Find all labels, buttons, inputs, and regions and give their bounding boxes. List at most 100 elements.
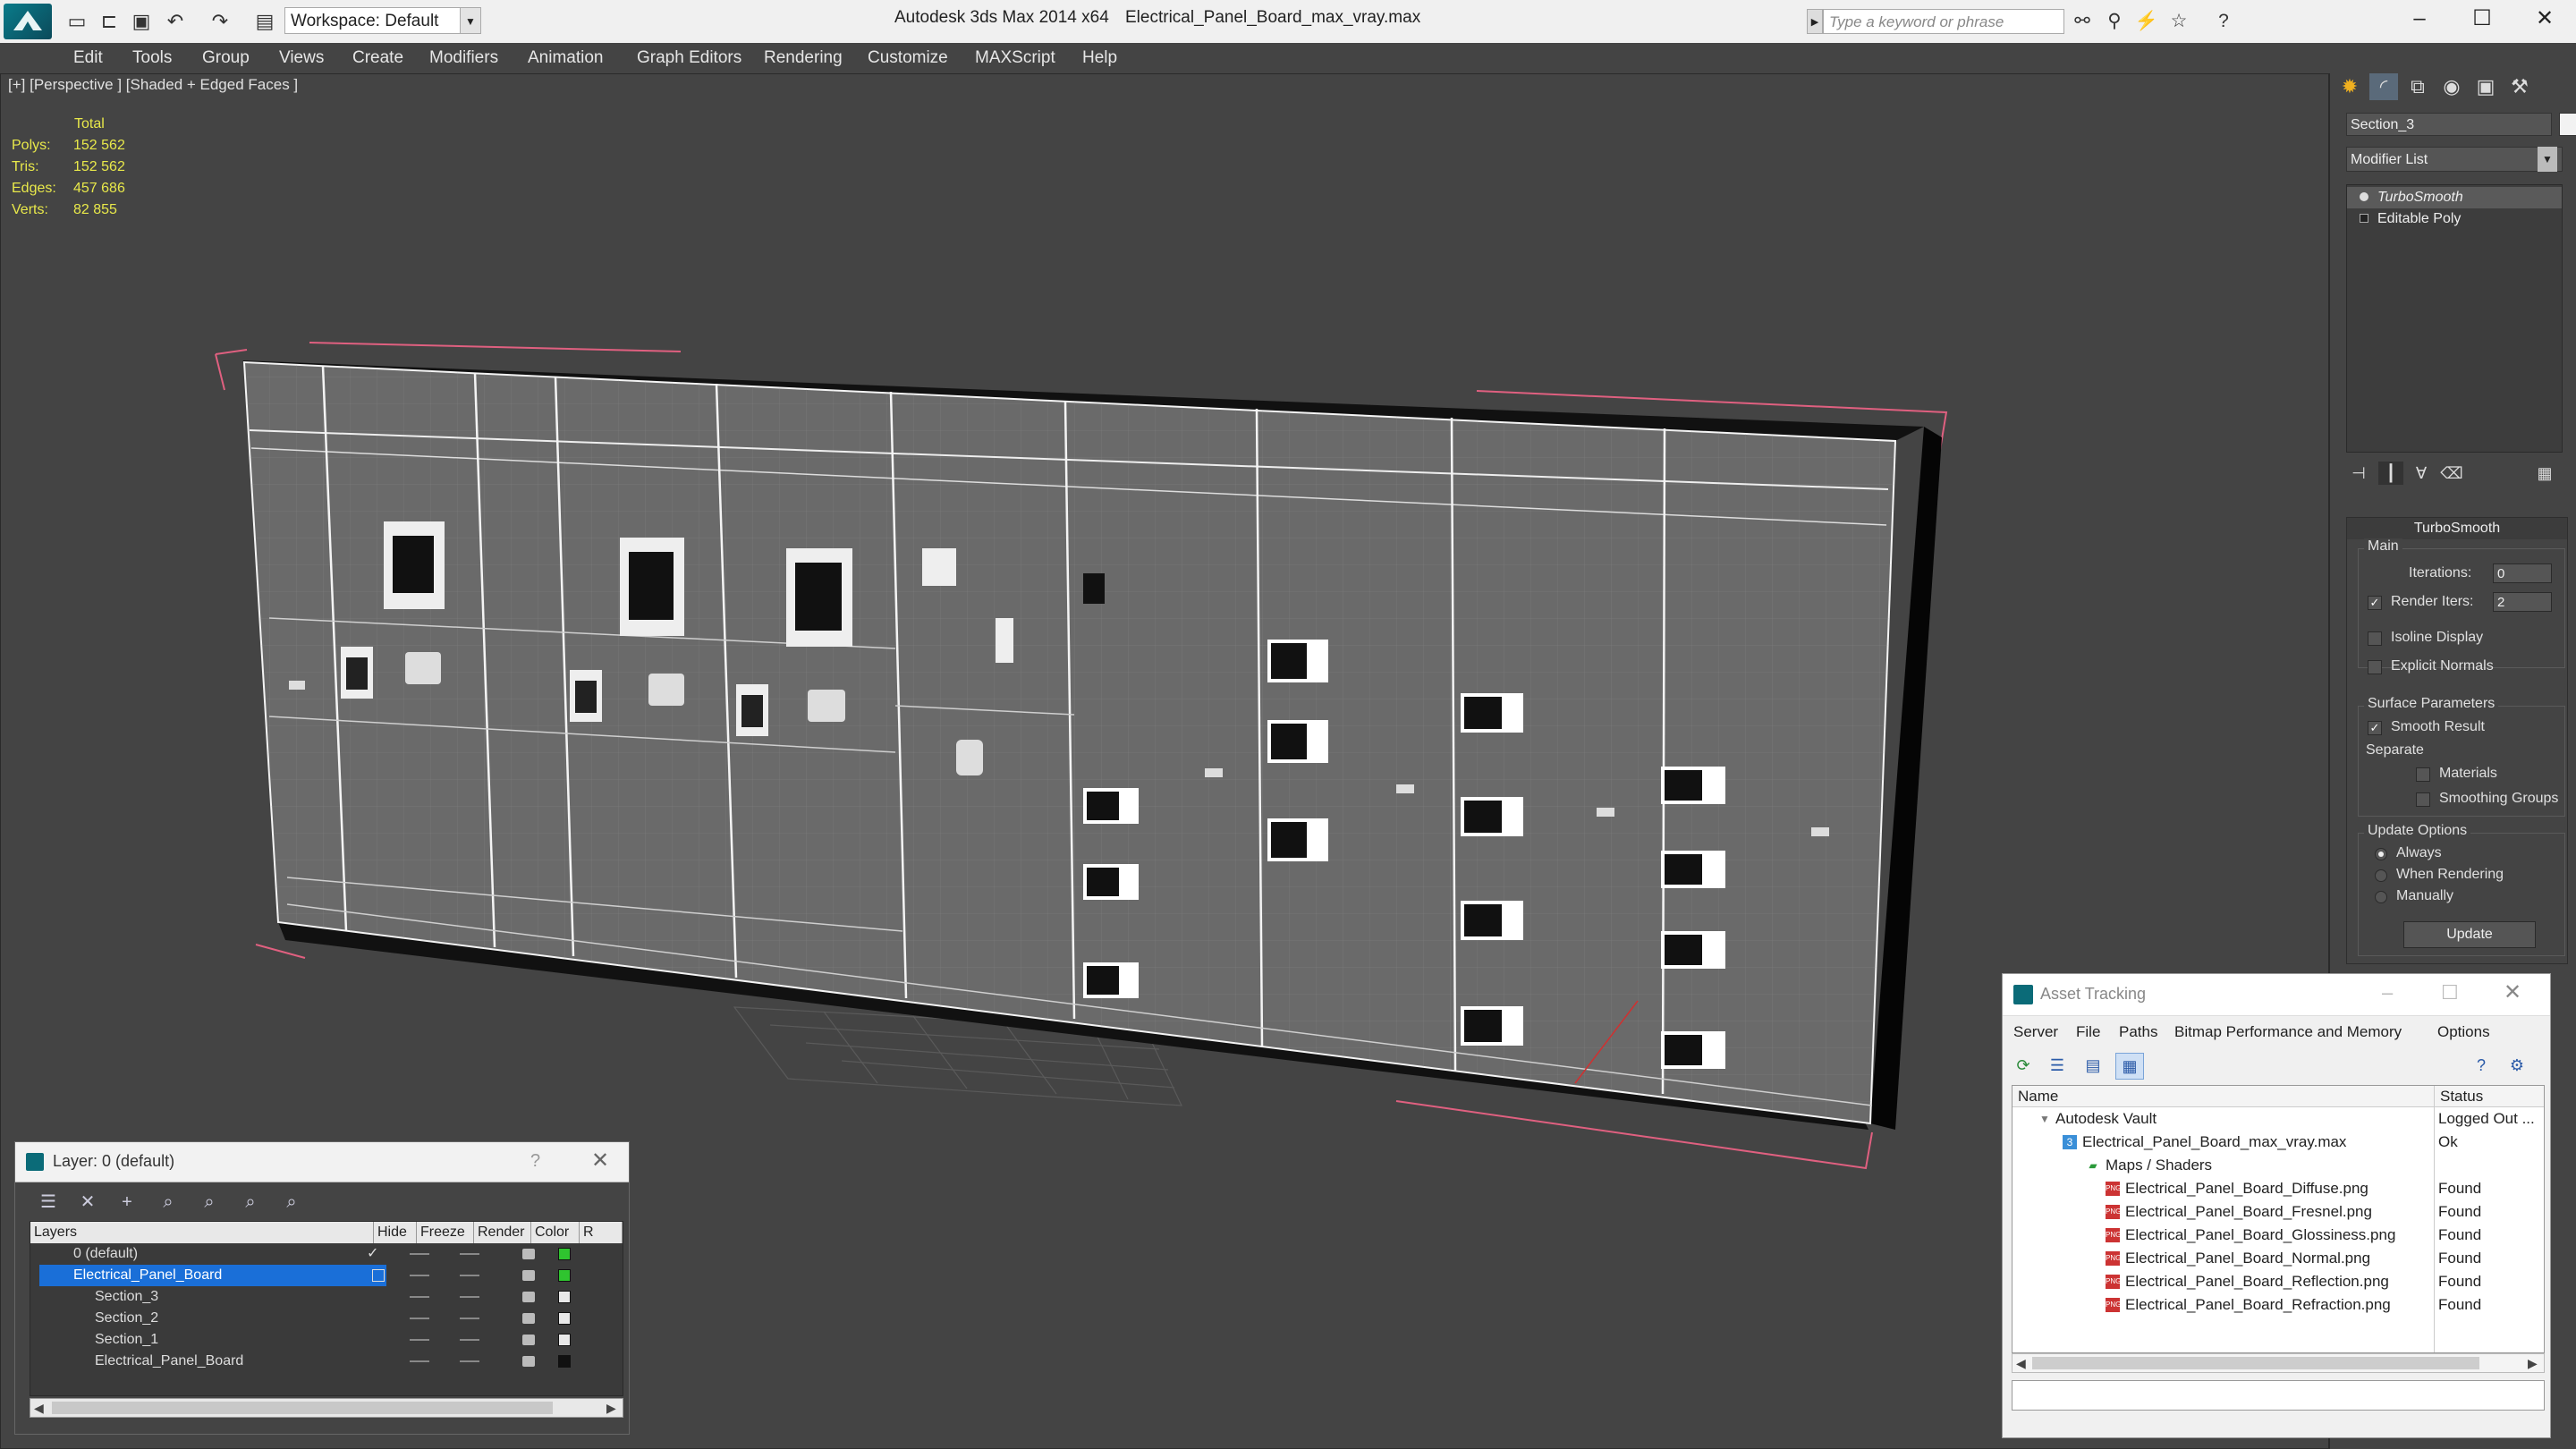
close-icon[interactable]: ✕ bbox=[591, 1148, 609, 1174]
hide-toggle[interactable] bbox=[410, 1253, 429, 1255]
freeze-toggle[interactable] bbox=[460, 1253, 479, 1255]
asset-row[interactable]: PNG Electrical_Panel_Board_Diffuse.png F… bbox=[2012, 1177, 2544, 1200]
close-icon[interactable]: ✕ bbox=[2513, 0, 2576, 38]
column-header-layers[interactable]: Layers bbox=[30, 1222, 374, 1243]
show-end-result-icon[interactable]: ┃ bbox=[2378, 462, 2403, 485]
smoothing-groups-checkbox[interactable] bbox=[2416, 792, 2430, 807]
menu-create[interactable]: Create bbox=[352, 43, 403, 73]
pin-stack-icon[interactable]: ⊣ bbox=[2346, 462, 2371, 485]
undo-icon[interactable]: ↶ bbox=[163, 9, 188, 34]
freeze-toggle[interactable] bbox=[460, 1275, 479, 1276]
remove-modifier-icon[interactable]: ⌫ bbox=[2439, 462, 2464, 485]
motion-tab-icon[interactable]: ◉ bbox=[2437, 73, 2466, 100]
active-layer-check-icon[interactable]: ✓ bbox=[367, 1243, 378, 1265]
object-name-field[interactable]: Section_3 bbox=[2346, 113, 2552, 136]
modifier-list-select[interactable]: Modifier List bbox=[2346, 147, 2563, 172]
stack-item-editable-poly[interactable]: Editable Poly bbox=[2347, 208, 2562, 230]
render-teapot-icon[interactable] bbox=[522, 1249, 535, 1259]
stack-item-turbosmooth[interactable]: TurboSmooth bbox=[2347, 187, 2562, 208]
hide-toggle[interactable] bbox=[410, 1296, 429, 1298]
asset-row[interactable]: PNG Electrical_Panel_Board_Glossiness.pn… bbox=[2012, 1224, 2544, 1247]
table-view-icon[interactable]: ▦ bbox=[2115, 1053, 2144, 1080]
minimize-icon[interactable]: – bbox=[2388, 0, 2451, 38]
refresh-icon[interactable]: ⟳ bbox=[2010, 1053, 2037, 1078]
help-icon[interactable]: ? bbox=[2468, 1053, 2495, 1078]
make-unique-icon[interactable]: ∀ bbox=[2409, 462, 2434, 485]
search-expand-icon[interactable]: ▶ bbox=[1807, 9, 1823, 34]
render-iters-spinner[interactable]: 2 bbox=[2493, 592, 2552, 612]
menu-graph-editors[interactable]: Graph Editors bbox=[637, 43, 741, 73]
communication-icon[interactable]: ⚡ bbox=[2134, 9, 2159, 34]
render-teapot-icon[interactable] bbox=[522, 1270, 535, 1281]
asset-menu-server[interactable]: Server bbox=[2013, 1019, 2058, 1046]
hide-toggle[interactable] bbox=[410, 1275, 429, 1276]
project-folder-icon[interactable]: ▤ bbox=[252, 9, 277, 34]
chevron-down-icon[interactable]: ▼ bbox=[460, 7, 481, 34]
tree-view-icon[interactable]: ▤ bbox=[2080, 1053, 2106, 1078]
asset-menu-options[interactable]: Options bbox=[2437, 1019, 2490, 1046]
render-teapot-icon[interactable] bbox=[522, 1335, 535, 1345]
layer-color-swatch[interactable] bbox=[558, 1269, 571, 1282]
help-settings-icon[interactable]: ⚙ bbox=[2504, 1053, 2530, 1078]
scroll-right-icon[interactable]: ▶ bbox=[606, 1399, 616, 1417]
menu-tools[interactable]: Tools bbox=[132, 43, 172, 73]
layer-row[interactable]: Electrical_Panel_Board bbox=[30, 1351, 623, 1372]
create-layer-icon[interactable]: ☰ bbox=[35, 1189, 62, 1216]
column-header-color[interactable]: Color bbox=[531, 1222, 580, 1243]
close-icon[interactable]: ✕ bbox=[2504, 979, 2521, 1005]
asset-row[interactable]: PNG Electrical_Panel_Board_Fresnel.png F… bbox=[2012, 1200, 2544, 1224]
list-view-icon[interactable]: ☰ bbox=[2044, 1053, 2071, 1078]
layer-row[interactable]: Section_1 bbox=[30, 1329, 623, 1351]
modify-tab-icon[interactable]: ◜ bbox=[2369, 73, 2398, 100]
save-file-icon[interactable]: ▣ bbox=[129, 9, 154, 34]
menu-group[interactable]: Group bbox=[202, 43, 250, 73]
add-to-layer-icon[interactable]: + bbox=[114, 1189, 140, 1216]
new-file-icon[interactable]: ▭ bbox=[64, 9, 89, 34]
expand-box-icon[interactable] bbox=[2360, 214, 2368, 223]
menu-customize[interactable]: Customize bbox=[868, 43, 948, 73]
when-rendering-radio[interactable] bbox=[2375, 869, 2387, 882]
hide-all-layers-icon[interactable]: ⌕ bbox=[237, 1189, 264, 1216]
create-tab-icon[interactable]: ✹ bbox=[2335, 73, 2364, 100]
chevron-down-icon[interactable]: ▼ bbox=[2538, 147, 2557, 172]
column-header-radiosity[interactable]: R bbox=[580, 1222, 623, 1243]
menu-maxscript[interactable]: MAXScript bbox=[975, 43, 1055, 73]
freeze-all-layers-icon[interactable]: ⌕ bbox=[278, 1189, 305, 1216]
asset-window-titlebar[interactable]: Asset Tracking – ☐ ✕ bbox=[2003, 974, 2550, 1016]
freeze-toggle[interactable] bbox=[460, 1360, 479, 1362]
scroll-right-icon[interactable]: ▶ bbox=[2528, 1354, 2538, 1372]
layer-color-swatch[interactable] bbox=[558, 1334, 571, 1346]
update-button[interactable]: Update bbox=[2403, 921, 2536, 948]
always-radio[interactable] bbox=[2375, 848, 2387, 860]
scrollbar-thumb[interactable] bbox=[52, 1402, 553, 1414]
object-color-swatch[interactable] bbox=[2559, 113, 2576, 136]
column-header-freeze[interactable]: Freeze bbox=[417, 1222, 474, 1243]
asset-path-field[interactable] bbox=[2012, 1380, 2545, 1411]
binoculars-icon[interactable]: ⚯ bbox=[2070, 9, 2095, 34]
menu-views[interactable]: Views bbox=[279, 43, 324, 73]
layer-color-swatch[interactable] bbox=[558, 1355, 571, 1368]
layer-row[interactable]: Electrical_Panel_Board bbox=[30, 1265, 623, 1286]
scroll-left-icon[interactable]: ◀ bbox=[34, 1399, 44, 1417]
iterations-spinner[interactable]: 0 bbox=[2493, 564, 2552, 583]
configure-sets-icon[interactable]: ▦ bbox=[2532, 462, 2557, 485]
horizontal-scrollbar[interactable]: ◀ ▶ bbox=[2012, 1353, 2545, 1373]
workspace-select[interactable]: Workspace: Default bbox=[284, 7, 463, 34]
asset-menu-paths[interactable]: Paths bbox=[2119, 1019, 2157, 1046]
menu-edit[interactable]: Edit bbox=[73, 43, 103, 73]
menu-help[interactable]: Help bbox=[1082, 43, 1117, 73]
freeze-toggle[interactable] bbox=[460, 1339, 479, 1341]
isoline-display-checkbox[interactable] bbox=[2368, 631, 2382, 646]
display-tab-icon[interactable]: ▣ bbox=[2471, 73, 2500, 100]
hide-toggle[interactable] bbox=[410, 1318, 429, 1319]
asset-row[interactable]: PNG Electrical_Panel_Board_Reflection.pn… bbox=[2012, 1270, 2544, 1293]
manually-radio[interactable] bbox=[2375, 891, 2387, 903]
render-iters-checkbox[interactable]: ✓ bbox=[2368, 596, 2382, 610]
highlight-layer-icon[interactable]: ⌕ bbox=[196, 1189, 223, 1216]
utilities-tab-icon[interactable]: ⚒ bbox=[2505, 73, 2534, 100]
menu-animation[interactable]: Animation bbox=[528, 43, 604, 73]
materials-checkbox[interactable] bbox=[2416, 767, 2430, 782]
column-header-hide[interactable]: Hide bbox=[374, 1222, 417, 1243]
layer-window-titlebar[interactable]: Layer: 0 (default) ? ✕ bbox=[15, 1142, 629, 1182]
layer-row[interactable]: Section_2 bbox=[30, 1308, 623, 1329]
